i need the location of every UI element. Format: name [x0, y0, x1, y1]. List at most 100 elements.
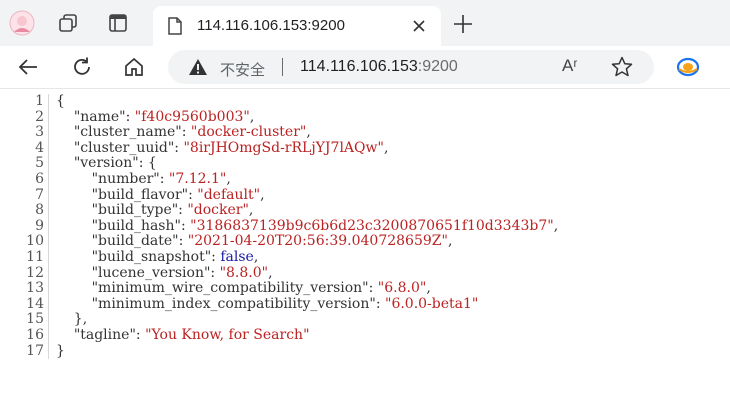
json-string-value: "default" — [197, 186, 261, 203]
active-tab[interactable]: 114.116.106.153:9200 — [153, 6, 441, 46]
json-line: "minimum_index_compatibility_version": "… — [56, 295, 558, 313]
line-number: 15 — [26, 311, 44, 328]
refresh-icon — [74, 57, 90, 75]
json-punctuation: , — [226, 170, 231, 187]
json-string-value: "7.12.1" — [168, 170, 227, 187]
json-punctuation: : — [188, 186, 198, 203]
json-line: "number": "7.12.1", — [56, 170, 558, 188]
json-key: "build_flavor" — [91, 186, 189, 203]
json-punctuation: , — [253, 248, 259, 265]
json-string-value: "f40c9560b003" — [134, 108, 250, 125]
json-punctuation: , — [426, 280, 431, 297]
close-icon[interactable] — [411, 18, 427, 34]
json-key: "version" — [73, 155, 139, 172]
json-key: "tagline" — [73, 326, 136, 343]
refresh-button[interactable] — [68, 53, 96, 81]
json-string-value: "6.0.0-beta1" — [385, 295, 479, 312]
json-line: "build_type": "docker", — [56, 202, 558, 219]
json-punctuation: : — [210, 264, 220, 281]
url-text[interactable]: 114.116.106.153:9200 — [300, 58, 458, 76]
json-punctuation: , — [260, 186, 265, 203]
json-punctuation: , — [268, 264, 273, 281]
json-punctuation — [56, 296, 92, 312]
vertical-tabs-button[interactable] — [102, 7, 134, 39]
json-string-value: "6.8.0" — [377, 280, 427, 297]
line-number-gutter: 1 2 3 4 5 6 7 8 9 10 11 12 13 14 15 16 17 — [0, 93, 49, 360]
line-number: 2 — [35, 108, 44, 125]
home-button[interactable] — [120, 53, 148, 81]
json-punctuation — [56, 155, 74, 171]
json-punctuation — [56, 249, 92, 265]
json-punctuation: , — [249, 108, 255, 125]
line-number: 3 — [35, 124, 44, 141]
json-punctuation: : { — [138, 155, 157, 172]
line-number: 13 — [26, 280, 44, 297]
line-number: 1 — [35, 93, 44, 109]
favorite-star-icon[interactable] — [610, 55, 634, 79]
json-punctuation: }, — [56, 311, 88, 328]
json-line: "build_snapshot": false, — [56, 248, 558, 266]
line-number: 14 — [26, 295, 44, 312]
line-number: 10 — [26, 233, 44, 250]
back-icon — [18, 59, 37, 75]
back-button[interactable] — [14, 53, 42, 81]
json-punctuation: { — [56, 93, 65, 109]
json-line: "build_date": "2021-04-20T20:56:39.04072… — [56, 234, 558, 250]
json-string-value: "3186837139b9c6b6d23c3200870651f10d3343b… — [190, 217, 554, 234]
json-punctuation: , — [383, 139, 389, 156]
json-key: "cluster_uuid" — [73, 139, 175, 156]
json-punctuation: : — [159, 170, 169, 187]
json-string-value: "8irJHOmgSd-rRLjYJ7lAQw" — [183, 139, 384, 156]
json-key: "number" — [91, 170, 160, 187]
json-key: "minimum_wire_compatibility_version" — [91, 280, 369, 297]
json-line: "build_flavor": "default", — [56, 186, 558, 204]
line-number: 6 — [35, 170, 44, 187]
json-punctuation: : — [375, 295, 385, 312]
line-number: 8 — [35, 202, 44, 219]
json-punctuation: , — [553, 217, 559, 234]
json-line: }, — [56, 312, 558, 328]
json-punctuation — [56, 140, 74, 156]
json-key: "build_hash" — [91, 217, 181, 234]
json-punctuation: : — [178, 233, 188, 250]
json-punctuation — [56, 187, 92, 203]
new-tab-icon[interactable] — [452, 13, 474, 35]
json-punctuation — [56, 124, 74, 140]
json-key: "build_type" — [91, 202, 179, 219]
line-number: 11 — [26, 248, 44, 265]
navigation-toolbar: 不安全 114.116.106.153:9200 Aʳ — [0, 46, 730, 89]
line-number: 9 — [35, 217, 44, 234]
json-string-value: "8.8.0" — [219, 264, 269, 281]
address-bar[interactable]: 不安全 114.116.106.153:9200 Aʳ — [168, 50, 654, 84]
json-punctuation: : — [368, 280, 378, 297]
json-key: "build_snapshot" — [91, 248, 212, 265]
vertical-tabs-icon — [109, 14, 127, 32]
json-line: "lucene_version": "8.8.0", — [56, 264, 558, 282]
json-punctuation — [56, 280, 92, 296]
json-punctuation: : — [180, 217, 191, 234]
read-aloud-icon[interactable]: Aʳ — [562, 56, 577, 76]
json-punctuation — [56, 265, 92, 281]
line-number: 4 — [35, 139, 44, 156]
json-line: { — [56, 93, 558, 110]
warning-icon[interactable] — [188, 58, 208, 76]
workspaces-icon — [59, 14, 77, 32]
profile-button[interactable] — [6, 7, 38, 39]
security-label[interactable]: 不安全 — [220, 59, 265, 80]
json-punctuation: , — [447, 233, 453, 250]
url-port: :9200 — [417, 58, 458, 75]
line-number: 7 — [35, 186, 44, 203]
json-key: "minimum_index_compatibility_version" — [91, 295, 376, 312]
json-string-value: "2021-04-20T20:56:39.040728659Z" — [187, 233, 448, 250]
json-punctuation: } — [56, 342, 65, 359]
line-number: 17 — [26, 342, 44, 359]
json-key: "cluster_name" — [73, 124, 182, 141]
json-string-value: "docker" — [187, 202, 249, 219]
extension-icon[interactable] — [676, 55, 700, 79]
json-punctuation: : — [135, 326, 146, 343]
json-line: "tagline": "You Know, for Search" — [56, 326, 558, 344]
line-number: 12 — [26, 264, 44, 281]
workspaces-button[interactable] — [52, 7, 84, 39]
json-line: } — [56, 342, 558, 360]
json-punctuation: : — [211, 248, 221, 265]
